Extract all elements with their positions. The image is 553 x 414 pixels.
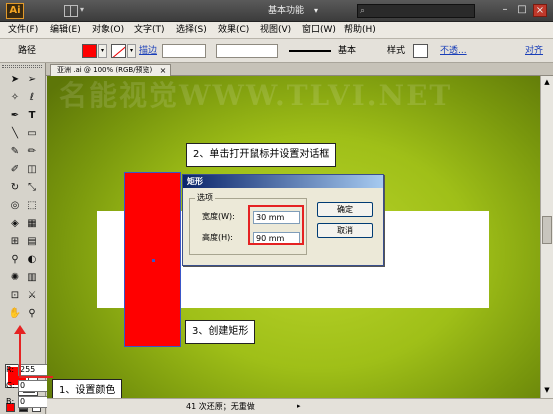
line-tool-icon[interactable]: ╲ bbox=[8, 127, 22, 141]
watermark: 名能视觉WWW.TLVI.NET bbox=[59, 79, 453, 112]
free-transform-tool-icon[interactable]: ⬚ bbox=[25, 199, 39, 213]
scroll-thumb[interactable] bbox=[542, 216, 552, 244]
blend-tool-icon[interactable]: ◐ bbox=[25, 253, 39, 267]
eraser-tool-icon[interactable]: ◫ bbox=[25, 163, 39, 177]
title-bar: Ai ▾ 基本功能 ⌕ – □ × bbox=[0, 0, 553, 22]
slice-tool-icon[interactable]: ⚔ bbox=[25, 289, 39, 303]
chevron-down-icon[interactable]: ▾ bbox=[80, 5, 84, 14]
stroke-profile-line bbox=[289, 50, 331, 52]
maximize-button[interactable]: □ bbox=[515, 4, 529, 17]
stroke-weight-field[interactable] bbox=[162, 44, 206, 58]
scroll-down-icon[interactable]: ▼ bbox=[542, 385, 552, 395]
vertical-scrollbar[interactable]: ▲ ▼ bbox=[540, 76, 553, 398]
red-rectangle[interactable] bbox=[124, 172, 181, 347]
menu-edit[interactable]: 编辑(E) bbox=[50, 24, 81, 37]
rectangle-dialog: 矩形 选项 宽度(W): 30 mm 高度(H): 90 mm 确定 取消 bbox=[182, 174, 384, 266]
stroke-swatch[interactable] bbox=[111, 44, 126, 58]
menu-bar: 文件(F) 编辑(E) 对象(O) 文字(T) 选择(S) 效果(C) 视图(V… bbox=[0, 22, 553, 39]
artboard-tool-icon[interactable]: ⊡ bbox=[8, 289, 22, 303]
dialog-title[interactable]: 矩形 bbox=[183, 175, 383, 188]
search-input[interactable]: ⌕ bbox=[357, 4, 475, 18]
stroke-style-label[interactable]: 基本 bbox=[338, 45, 356, 57]
close-button[interactable]: × bbox=[533, 4, 547, 17]
variable-width-field[interactable] bbox=[216, 44, 278, 58]
chevron-right-icon[interactable]: ▸ bbox=[297, 402, 301, 410]
arrow-line bbox=[19, 330, 21, 378]
hand-tool-icon[interactable]: ✋ bbox=[8, 307, 22, 321]
status-bar: 41 次还原；无重做 ▸ bbox=[47, 398, 553, 414]
selection-type-label: 路径 bbox=[18, 46, 37, 56]
zoom-tool-icon[interactable]: ⚲ bbox=[25, 307, 39, 321]
magic-wand-tool-icon[interactable]: ✧ bbox=[8, 91, 22, 105]
ok-button[interactable]: 确定 bbox=[317, 202, 373, 217]
options-legend: 选项 bbox=[195, 193, 215, 203]
document-tab-title: 亚洲 .ai @ 100% (RGB/预览) bbox=[57, 66, 153, 74]
menu-select[interactable]: 选择(S) bbox=[176, 24, 207, 37]
callout-step-2: 2、单击打开鼠标并设置对话框 bbox=[186, 143, 337, 167]
symbol-sprayer-tool-icon[interactable]: ✺ bbox=[8, 271, 22, 285]
cancel-button[interactable]: 取消 bbox=[317, 223, 373, 238]
menu-file[interactable]: 文件(F) bbox=[8, 24, 38, 37]
control-bar: 路径 ▾ ▾ 描边 基本 样式 不透... 对齐 bbox=[0, 39, 553, 63]
align-link[interactable]: 对齐 bbox=[525, 45, 543, 57]
fill-swatch[interactable] bbox=[82, 44, 97, 58]
document-tab[interactable]: 亚洲 .ai @ 100% (RGB/预览) × bbox=[50, 64, 172, 76]
menu-type[interactable]: 文字(T) bbox=[134, 24, 165, 37]
stroke-dropdown[interactable]: ▾ bbox=[127, 44, 136, 58]
tools-panel: ➤ ➢ ✧ ℓ ✒ T ╲ ▭ ✎ ✏ ✐ ◫ ↻ ⤡ ◎ ⬚ ◈ ▦ ⊞ ▤ … bbox=[0, 63, 46, 414]
eyedropper-tool-icon[interactable]: ⚲ bbox=[8, 253, 22, 267]
rotate-tool-icon[interactable]: ↻ bbox=[8, 181, 22, 195]
menu-object[interactable]: 对象(O) bbox=[92, 24, 124, 37]
menu-effect[interactable]: 效果(C) bbox=[218, 24, 249, 37]
scroll-up-icon[interactable]: ▲ bbox=[542, 77, 552, 87]
document-tab-strip: 亚洲 .ai @ 100% (RGB/预览) × bbox=[46, 63, 553, 76]
g-value-field[interactable]: 0 bbox=[18, 380, 48, 392]
rectangle-tool-icon[interactable]: ▭ bbox=[25, 127, 39, 141]
width-label: 宽度(W): bbox=[202, 212, 235, 221]
g-label: G: bbox=[6, 381, 15, 390]
menu-window[interactable]: 窗口(W) bbox=[302, 24, 336, 37]
paintbrush-tool-icon[interactable]: ✎ bbox=[8, 145, 22, 159]
fill-dropdown[interactable]: ▾ bbox=[98, 44, 107, 58]
gradient-tool-icon[interactable]: ▤ bbox=[25, 235, 39, 249]
direct-selection-tool-icon[interactable]: ➢ bbox=[25, 73, 39, 87]
b-value-field[interactable]: 0 bbox=[18, 396, 48, 408]
mesh-tool-icon[interactable]: ⊞ bbox=[8, 235, 22, 249]
selection-tool-icon[interactable]: ➤ bbox=[8, 73, 22, 87]
r-label: R: bbox=[6, 365, 15, 374]
callout-step-3: 3、创建矩形 bbox=[185, 320, 256, 344]
height-label: 高度(H): bbox=[202, 233, 233, 242]
status-text: 41 次还原；无重做 bbox=[186, 402, 255, 411]
options-group: 选项 宽度(W): 30 mm 高度(H): 90 mm bbox=[189, 193, 307, 255]
pencil-tool-icon[interactable]: ✏ bbox=[25, 145, 39, 159]
highlight-box bbox=[248, 205, 304, 245]
pen-tool-icon[interactable]: ✒ bbox=[8, 109, 22, 123]
arrange-documents-icon[interactable] bbox=[64, 5, 78, 17]
warp-tool-icon[interactable]: ◎ bbox=[8, 199, 22, 213]
stroke-link[interactable]: 描边 bbox=[139, 45, 157, 57]
column-graph-tool-icon[interactable]: ▥ bbox=[25, 271, 39, 285]
panel-grip[interactable] bbox=[2, 65, 42, 68]
lasso-tool-icon[interactable]: ℓ bbox=[25, 91, 39, 105]
style-label: 样式 bbox=[387, 46, 406, 56]
graphic-style-swatch[interactable] bbox=[413, 44, 428, 58]
search-icon: ⌕ bbox=[360, 6, 366, 16]
opacity-link[interactable]: 不透... bbox=[440, 45, 467, 57]
menu-help[interactable]: 帮助(H) bbox=[344, 24, 376, 37]
arrow-line bbox=[19, 376, 53, 378]
close-icon[interactable]: × bbox=[160, 65, 167, 76]
scale-tool-icon[interactable]: ⤡ bbox=[25, 181, 39, 195]
perspective-grid-tool-icon[interactable]: ▦ bbox=[25, 217, 39, 231]
menu-view[interactable]: 视图(V) bbox=[260, 24, 291, 37]
app-logo: Ai bbox=[6, 3, 24, 19]
b-label: B: bbox=[6, 397, 15, 406]
shape-builder-tool-icon[interactable]: ◈ bbox=[8, 217, 22, 231]
workspace-switcher[interactable]: 基本功能 bbox=[262, 3, 322, 19]
r-value-field[interactable]: 255 bbox=[18, 364, 48, 376]
blob-brush-tool-icon[interactable]: ✐ bbox=[8, 163, 22, 177]
type-tool-icon[interactable]: T bbox=[25, 109, 39, 123]
minimize-button[interactable]: – bbox=[498, 4, 512, 17]
center-point bbox=[152, 259, 155, 262]
